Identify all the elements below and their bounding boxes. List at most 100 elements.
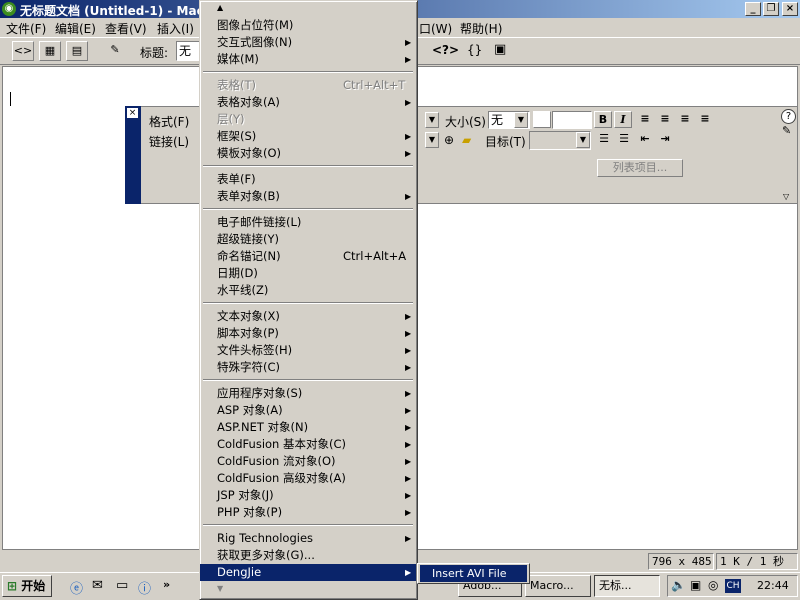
start-button[interactable]: ⊞ 开始 <box>2 575 52 597</box>
live-data-icon[interactable]: ✎ <box>104 41 126 61</box>
tray-app-icon[interactable]: ◎ <box>708 578 718 592</box>
menu-item-label: 交互式图像(N) <box>217 35 293 49</box>
design-view-icon[interactable]: ▤ <box>66 41 88 61</box>
menu-item-date[interactable]: 日期(D) <box>200 265 416 282</box>
split-view-icon[interactable]: ▦ <box>39 41 61 61</box>
align-center-icon[interactable]: ≡ <box>656 111 674 128</box>
menu-item-email-link[interactable]: 电子邮件链接(L) <box>200 214 416 231</box>
menu-item-get-more-objects[interactable]: 获取更多对象(G)... <box>200 547 416 564</box>
format-dropdown-arrow[interactable]: ▼ <box>425 112 439 128</box>
menu-item-label: PHP 对象(P) <box>217 505 283 519</box>
start-label: 开始 <box>21 579 46 593</box>
menu-edit[interactable]: 编辑(E) <box>55 20 96 37</box>
menu-item-special-characters[interactable]: 特殊字符(C) ▶ <box>200 359 416 376</box>
menu-item-interactive-images[interactable]: 交互式图像(N) ▶ <box>200 34 416 51</box>
inspector-gripper[interactable] <box>125 106 141 204</box>
menu-item-image-placeholder[interactable]: 图像占位符(M) <box>200 17 416 34</box>
text-color-input[interactable] <box>552 111 592 129</box>
menu-item-application-objects[interactable]: 应用程序对象(S) ▶ <box>200 385 416 402</box>
menu-item-hyperlink[interactable]: 超级链接(Y) <box>200 231 416 248</box>
menu-item-coldfusion-advanced[interactable]: ColdFusion 高级对象(A) ▶ <box>200 470 416 487</box>
submenu-arrow-icon: ▶ <box>405 534 412 543</box>
menu-item-media[interactable]: 媒体(M) ▶ <box>200 51 416 68</box>
menu-item-label: 层(Y) <box>217 112 245 126</box>
align-justify-icon[interactable]: ≡ <box>696 111 714 128</box>
code-view-icon[interactable]: <> <box>12 41 34 61</box>
menu-scroll-up-icon[interactable]: ▲ <box>217 3 223 12</box>
point-to-file-icon[interactable]: ⊕ <box>444 133 454 147</box>
submenu-arrow-icon: ▶ <box>405 406 412 415</box>
list-item-button[interactable]: 列表项目... <box>597 159 683 177</box>
quicklaunch-icon[interactable]: ⓘ <box>138 578 151 597</box>
menu-item-head-tags[interactable]: 文件头标签(H) ▶ <box>200 342 416 359</box>
unordered-list-icon[interactable]: ☰ <box>595 131 613 148</box>
quick-tag-editor-icon[interactable]: ✎ <box>782 124 791 137</box>
menu-help[interactable]: 帮助(H) <box>460 20 502 37</box>
text-color-swatch[interactable] <box>533 111 551 128</box>
code-hints-icon[interactable]: <?> <box>432 43 459 57</box>
menu-item-frames[interactable]: 框架(S) ▶ <box>200 128 416 145</box>
link-dropdown-arrow[interactable]: ▼ <box>425 132 439 148</box>
menu-item-table-objects[interactable]: 表格对象(A) ▶ <box>200 94 416 111</box>
menu-item-label: 表单(F) <box>217 172 256 186</box>
submenu-arrow-icon: ▶ <box>405 457 412 466</box>
align-left-icon[interactable]: ≡ <box>636 111 654 128</box>
ordered-list-icon[interactable]: ☰ <box>615 131 633 148</box>
menu-file[interactable]: 文件(F) <box>6 20 46 37</box>
outlook-quicklaunch-icon[interactable]: ✉ <box>92 578 103 593</box>
language-indicator[interactable]: CH <box>725 579 741 593</box>
browse-folder-icon[interactable]: ▰ <box>462 133 471 147</box>
menu-item-named-anchor[interactable]: 命名锚记(N) Ctrl+Alt+A <box>200 248 416 265</box>
view-options-icon[interactable]: ▣ <box>494 42 506 57</box>
italic-button[interactable]: I <box>614 111 632 128</box>
network-icon[interactable]: ▣ <box>690 578 701 592</box>
target-dropdown-arrow[interactable]: ▼ <box>576 132 590 148</box>
size-dropdown-arrow[interactable]: ▼ <box>514 112 528 128</box>
menu-item-script-objects[interactable]: 脚本对象(P) ▶ <box>200 325 416 342</box>
minimize-button[interactable]: _ <box>745 2 761 16</box>
menu-item-label: ColdFusion 基本对象(C) <box>217 437 347 451</box>
menu-item-coldfusion-basic[interactable]: ColdFusion 基本对象(C) ▶ <box>200 436 416 453</box>
expand-inspector-icon[interactable]: ▽ <box>783 192 789 201</box>
menu-item-layer: 层(Y) <box>200 111 416 128</box>
menu-scroll-down-icon[interactable]: ▼ <box>217 584 223 593</box>
close-button[interactable]: × <box>782 2 798 16</box>
menu-item-label: 媒体(M) <box>217 52 259 66</box>
menu-item-jsp-objects[interactable]: JSP 对象(J) ▶ <box>200 487 416 504</box>
download-status: 1 K / 1 秒 <box>716 553 798 570</box>
menu-item-rig-technologies[interactable]: Rig Technologies ▶ <box>200 530 416 547</box>
help-icon[interactable]: ? <box>781 109 796 124</box>
align-right-icon[interactable]: ≡ <box>676 111 694 128</box>
submenu-arrow-icon: ▶ <box>405 389 412 398</box>
restore-button[interactable]: ❐ <box>763 2 779 16</box>
taskbar-item-untitled[interactable]: 无标... <box>594 575 660 597</box>
menu-insert[interactable]: 插入(I) <box>157 20 194 37</box>
volume-icon[interactable]: 🔈 <box>671 578 686 592</box>
insert-avi-file-item[interactable]: Insert AVI File <box>420 565 527 582</box>
menu-item-aspnet-objects[interactable]: ASP.NET 对象(N) ▶ <box>200 419 416 436</box>
menu-item-asp-objects[interactable]: ASP 对象(A) ▶ <box>200 402 416 419</box>
taskbar-item-macro[interactable]: Macro... <box>525 575 591 597</box>
menu-item-form-objects[interactable]: 表单对象(B) ▶ <box>200 188 416 205</box>
menu-window[interactable]: 口(W) <box>419 20 452 37</box>
menu-item-label: DengJie <box>217 565 262 579</box>
bold-button[interactable]: B <box>594 111 612 128</box>
desktop-quicklaunch-icon[interactable]: ▭ <box>116 578 128 593</box>
window-size-status[interactable]: 796 x 485 <box>648 553 714 570</box>
indent-icon[interactable]: ⇥ <box>656 131 674 148</box>
outdent-icon[interactable]: ⇤ <box>636 131 654 148</box>
menu-item-text-objects[interactable]: 文本对象(X) ▶ <box>200 308 416 325</box>
inspector-close-icon[interactable]: × <box>127 108 138 118</box>
browser-quicklaunch-icon[interactable]: ⓔ <box>70 578 83 597</box>
title-input[interactable]: 无标 <box>176 41 200 61</box>
braces-icon[interactable]: {} <box>467 43 482 57</box>
menu-item-form[interactable]: 表单(F) <box>200 171 416 188</box>
menu-item-coldfusion-flow[interactable]: ColdFusion 流对象(O) ▶ <box>200 453 416 470</box>
menu-item-php-objects[interactable]: PHP 对象(P) ▶ <box>200 504 416 521</box>
menu-item-horizontal-rule[interactable]: 水平线(Z) <box>200 282 416 299</box>
app-icon[interactable]: ◉ <box>2 2 16 16</box>
menu-item-template-objects[interactable]: 模板对象(O) ▶ <box>200 145 416 162</box>
quicklaunch-more-icon[interactable]: » <box>163 578 170 591</box>
menu-view[interactable]: 查看(V) <box>105 20 147 37</box>
menu-item-dengjie[interactable]: DengJie ▶ <box>200 564 416 581</box>
